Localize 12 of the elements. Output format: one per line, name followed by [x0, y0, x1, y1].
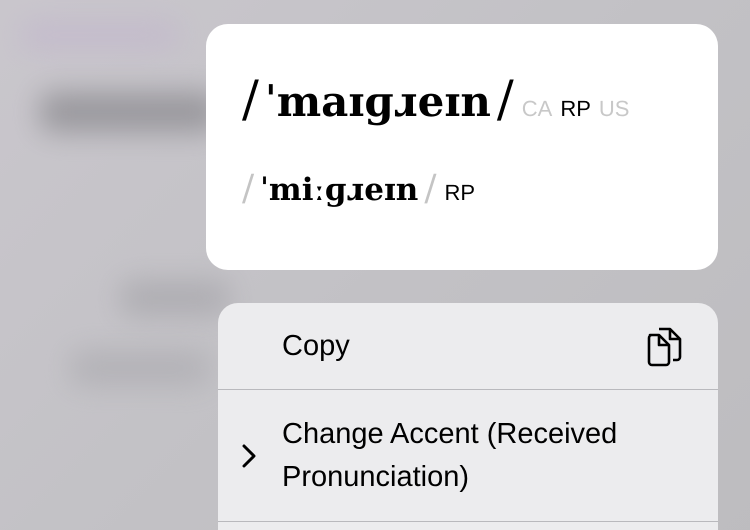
copy-menu-item[interactable]: Copy — [218, 303, 718, 390]
phonetic-transcription: ˈmiːɡɹeɪn — [259, 172, 420, 208]
slash: / — [424, 168, 436, 209]
phonetic-transcription: ˈmaɪɡɹeɪn — [264, 77, 492, 126]
accent-option[interactable]: RP — [560, 96, 591, 122]
slash: / — [242, 70, 259, 128]
change-accent-menu-item[interactable]: Change Accent (Received Pronunciation) — [218, 390, 718, 522]
copy-icon — [646, 325, 682, 367]
chevron-icon — [242, 444, 256, 468]
slash: / — [496, 70, 514, 128]
slash: / — [242, 168, 254, 209]
accent-option[interactable]: RP — [444, 180, 476, 206]
